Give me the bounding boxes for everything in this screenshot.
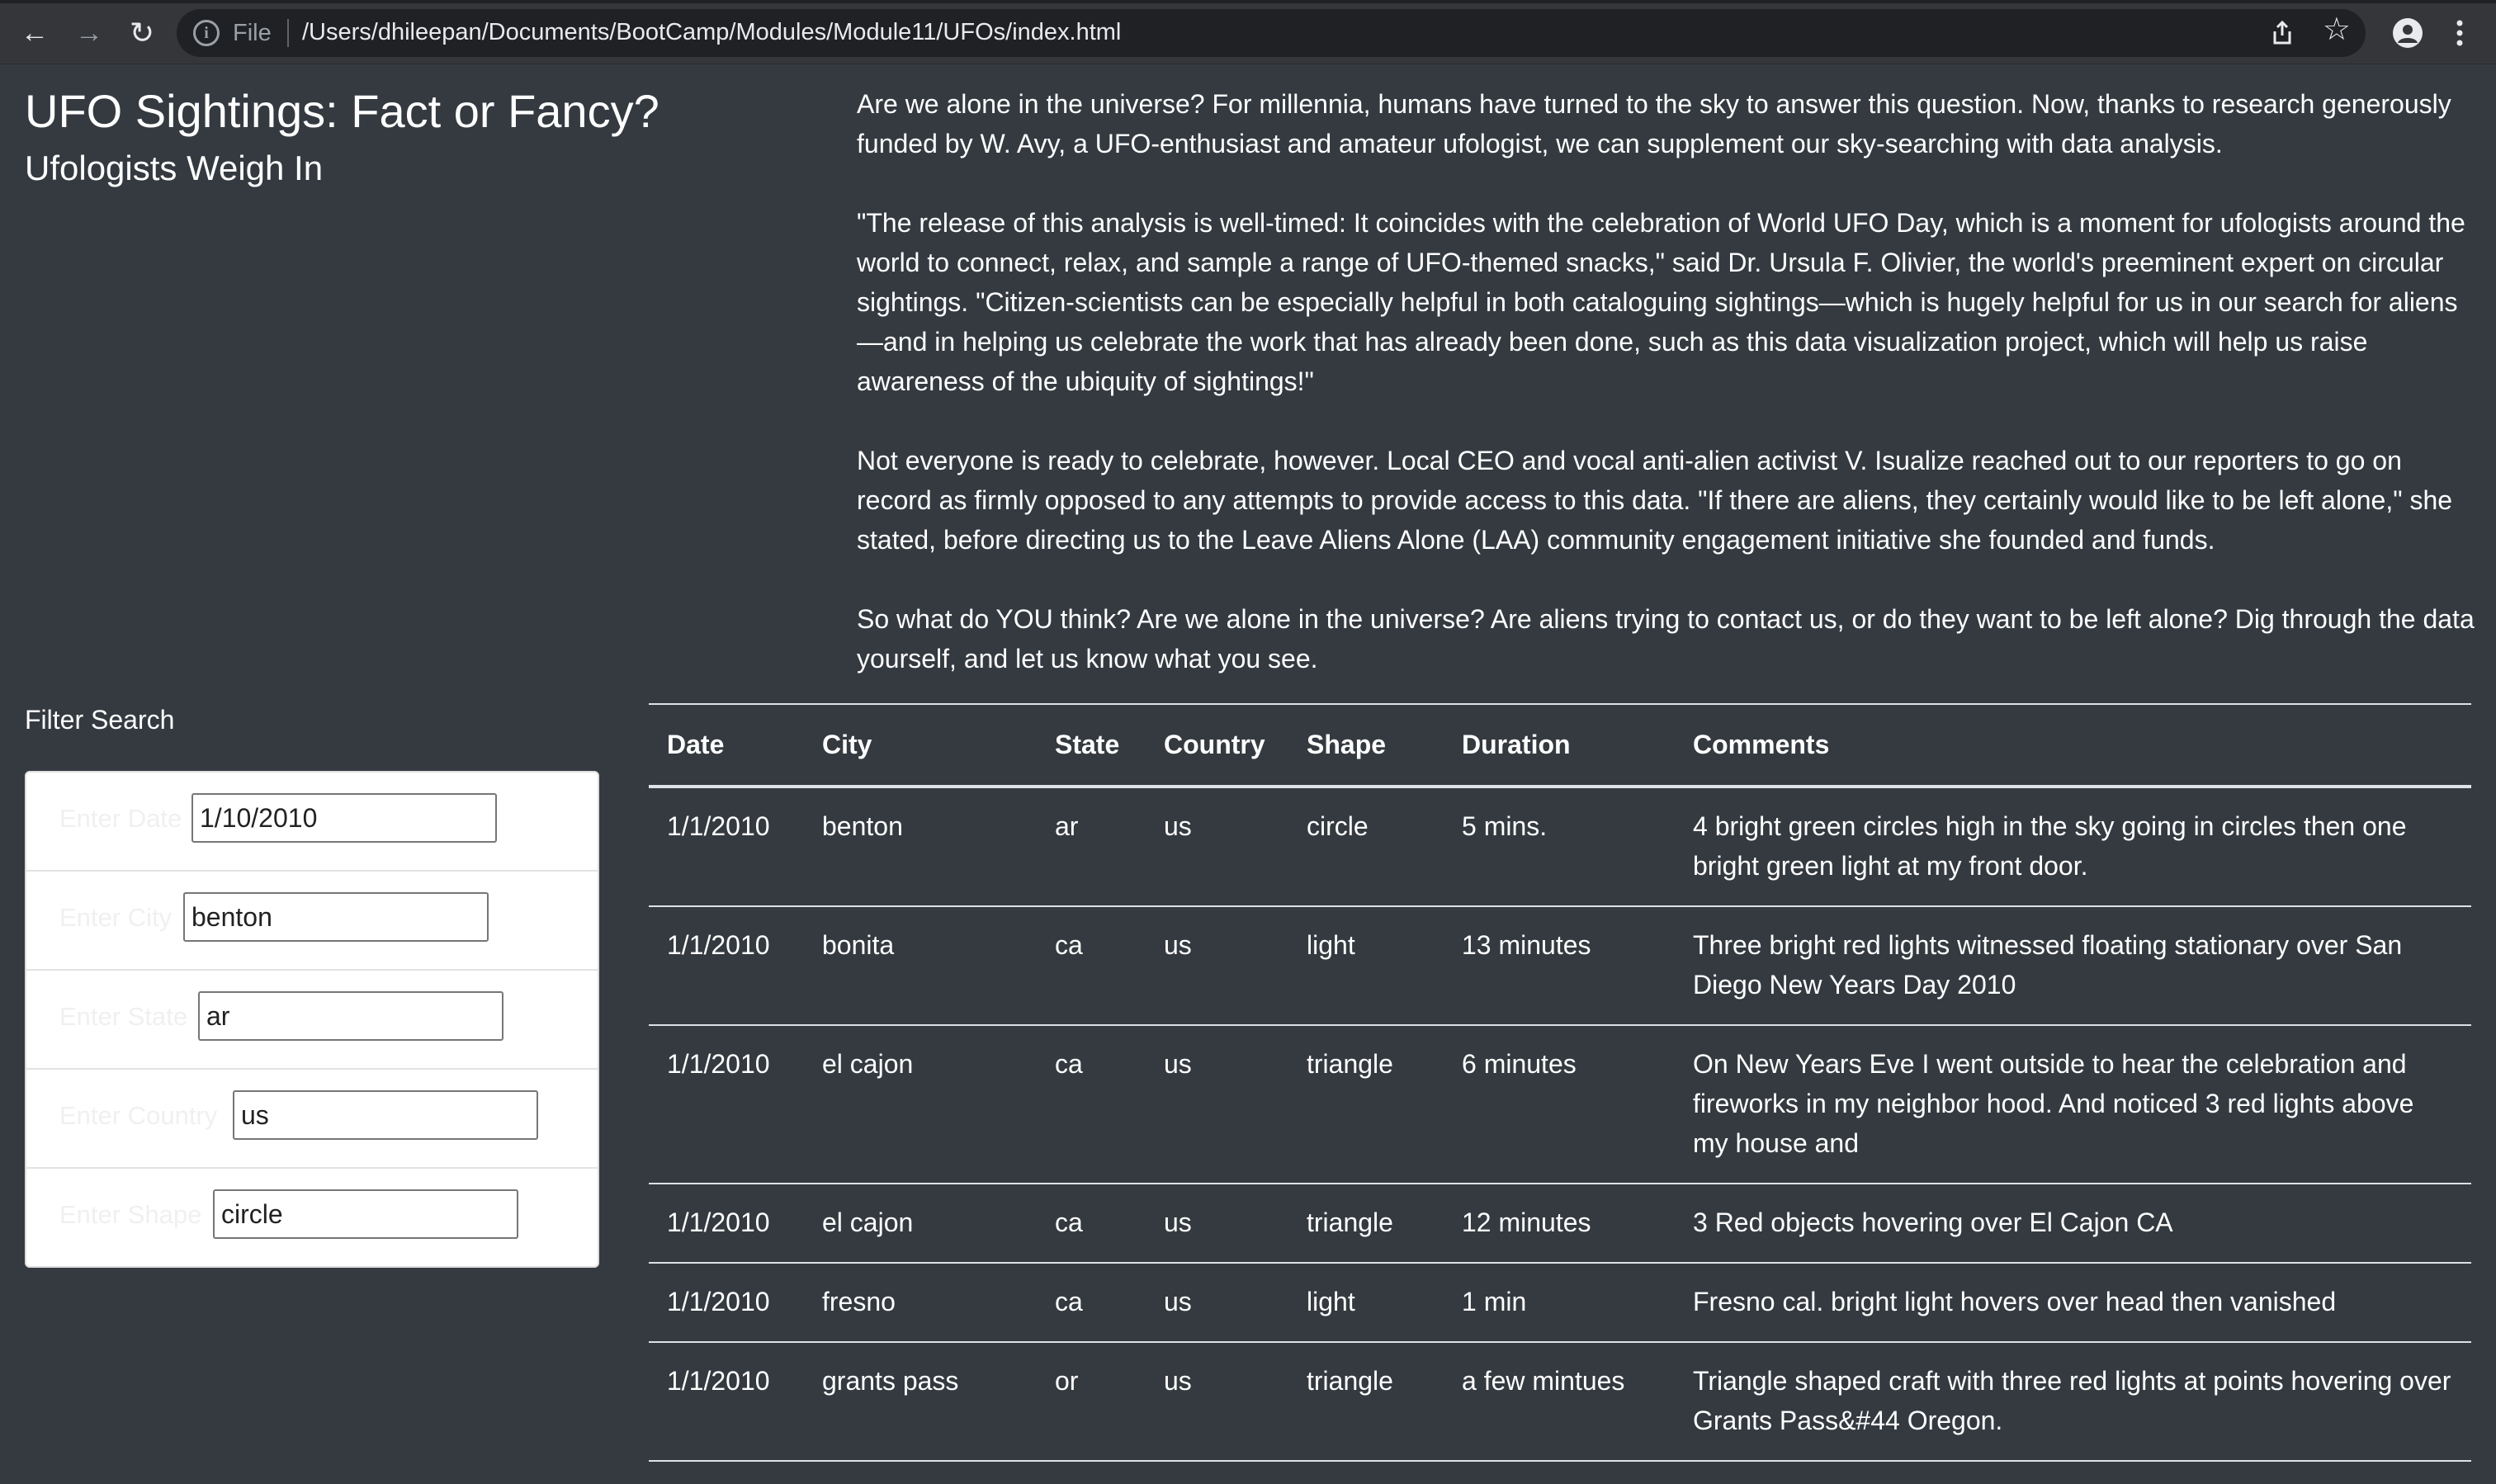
column-header-country: Country — [1146, 703, 1288, 788]
city-filter-input[interactable] — [183, 892, 489, 942]
cell-country: us — [1146, 1342, 1288, 1462]
article-paragraph: "The release of this analysis is well-ti… — [857, 208, 2465, 396]
cell-duration: 12 minutes — [1444, 1184, 1675, 1264]
column-header-duration: Duration — [1444, 703, 1675, 788]
info-icon[interactable]: i — [193, 20, 220, 46]
cell-state: ca — [1037, 1263, 1146, 1343]
cell-shape: triangle — [1288, 1342, 1444, 1462]
reload-icon[interactable]: ↻ — [124, 15, 160, 51]
table-row: 1/1/2010 fresno ca us light 1 min Fresno… — [649, 1263, 2471, 1343]
table-row: 1/1/2010 bonita ca us light 13 minutes T… — [649, 906, 2471, 1026]
cell-state: or — [1037, 1342, 1146, 1462]
tab-strip-edge — [0, 0, 2496, 3]
cell-shape: circle — [1288, 787, 1444, 907]
cell-comments: Triangle shaped craft with three red lig… — [1675, 1342, 2471, 1462]
cell-city: bonita — [804, 906, 1037, 1026]
bookmark-star-icon[interactable]: ☆ — [2323, 14, 2351, 45]
cell-city: el cajon — [804, 1184, 1037, 1264]
share-icon[interactable] — [2268, 19, 2296, 47]
article-text: Are we alone in the universe? For millen… — [857, 84, 2475, 718]
table-row: 1/1/2010 el cajon ca us triangle 12 minu… — [649, 1184, 2471, 1264]
cell-duration: 5 mins. — [1444, 787, 1675, 907]
address-bar[interactable]: i File /Users/dhileepan/Documents/BootCa… — [177, 9, 2366, 57]
cell-state: ar — [1037, 787, 1146, 907]
article-paragraph: Are we alone in the universe? For millen… — [857, 89, 2451, 158]
cell-shape: triangle — [1288, 1025, 1444, 1184]
cell-country: us — [1146, 1025, 1288, 1184]
date-filter-label: Enter Date — [59, 804, 182, 833]
table-row: 1/1/2010 benton ar us circle 5 mins. 4 b… — [649, 787, 2471, 907]
column-header-date: Date — [649, 703, 804, 788]
shape-filter-input[interactable] — [213, 1189, 518, 1239]
url-text[interactable]: /Users/dhileepan/Documents/BootCamp/Modu… — [302, 19, 1121, 46]
table-row: 1/1/2010 el cajon ca us triangle 6 minut… — [649, 1025, 2471, 1184]
forward-icon[interactable]: → — [71, 15, 107, 51]
cell-state: ca — [1037, 1184, 1146, 1264]
cell-country: us — [1146, 787, 1288, 907]
article-paragraph: So what do YOU think? Are we alone in th… — [857, 604, 2475, 673]
article-paragraph: Not everyone is ready to celebrate, howe… — [857, 446, 2453, 555]
profile-avatar-icon[interactable] — [2387, 12, 2428, 54]
cell-duration: 13 minutes — [1444, 906, 1675, 1026]
filter-row-state: Enter State — [26, 971, 598, 1070]
file-scheme-label: File — [233, 20, 272, 46]
cell-date: 1/1/2010 — [649, 1342, 804, 1462]
cell-shape: light — [1288, 906, 1444, 1026]
filter-row-country: Enter Country — [26, 1070, 598, 1169]
city-filter-label: Enter City — [59, 903, 173, 932]
cell-duration: 1 min — [1444, 1263, 1675, 1343]
state-filter-label: Enter State — [59, 1002, 188, 1031]
cell-comments: Fresno cal. bright light hovers over hea… — [1675, 1263, 2471, 1343]
cell-city: fresno — [804, 1263, 1037, 1343]
country-filter-input[interactable] — [233, 1090, 538, 1140]
cell-date: 1/1/2010 — [649, 1184, 804, 1264]
cell-comments: Three bright red lights witnessed floati… — [1675, 906, 2471, 1026]
cell-city: benton — [804, 787, 1037, 907]
table-row: 1/1/2010 grants pass or us triangle a fe… — [649, 1342, 2471, 1462]
country-filter-label: Enter Country — [59, 1101, 218, 1130]
cell-duration: 6 minutes — [1444, 1025, 1675, 1184]
filter-row-shape: Enter Shape — [26, 1169, 598, 1266]
cell-duration: a few mintues — [1444, 1342, 1675, 1462]
date-filter-input[interactable] — [191, 793, 497, 843]
cell-date: 1/1/2010 — [649, 906, 804, 1026]
more-menu-icon[interactable] — [2442, 12, 2478, 54]
filter-row-date: Enter Date — [26, 773, 598, 872]
cell-city: el cajon — [804, 1025, 1037, 1184]
sightings-table-wrapper: Date City State Country Shape Duration C… — [649, 703, 2471, 1462]
filter-panel: Enter Date Enter City Enter State Enter … — [25, 771, 599, 1268]
cell-country: us — [1146, 1263, 1288, 1343]
state-filter-input[interactable] — [198, 991, 503, 1041]
filter-row-city: Enter City — [26, 872, 598, 971]
cell-comments: On New Years Eve I went outside to hear … — [1675, 1025, 2471, 1184]
page-title: UFO Sightings: Fact or Fancy? — [25, 85, 659, 137]
cell-shape: triangle — [1288, 1184, 1444, 1264]
cell-date: 1/1/2010 — [649, 1263, 804, 1343]
cell-comments: 3 Red objects hovering over El Cajon CA — [1675, 1184, 2471, 1264]
column-header-city: City — [804, 703, 1037, 788]
cell-date: 1/1/2010 — [649, 787, 804, 907]
back-icon[interactable]: ← — [17, 15, 53, 51]
sightings-table: Date City State Country Shape Duration C… — [649, 703, 2471, 1462]
cell-shape: light — [1288, 1263, 1444, 1343]
table-header-row: Date City State Country Shape Duration C… — [649, 703, 2471, 788]
browser-toolbar: ← → ↻ i File /Users/dhileepan/Documents/… — [0, 0, 2496, 64]
shape-filter-label: Enter Shape — [59, 1200, 202, 1229]
filter-heading: Filter Search — [25, 705, 175, 735]
cell-country: us — [1146, 1184, 1288, 1264]
cell-city: grants pass — [804, 1342, 1037, 1462]
page-subtitle: Ufologists Weigh In — [25, 149, 324, 187]
cell-comments: 4 bright green circles high in the sky g… — [1675, 787, 2471, 907]
column-header-comments: Comments — [1675, 703, 2471, 788]
cell-state: ca — [1037, 1025, 1146, 1184]
cell-state: ca — [1037, 906, 1146, 1026]
cell-country: us — [1146, 906, 1288, 1026]
column-header-shape: Shape — [1288, 703, 1444, 788]
address-separator — [287, 19, 289, 47]
cell-date: 1/1/2010 — [649, 1025, 804, 1184]
column-header-state: State — [1037, 703, 1146, 788]
